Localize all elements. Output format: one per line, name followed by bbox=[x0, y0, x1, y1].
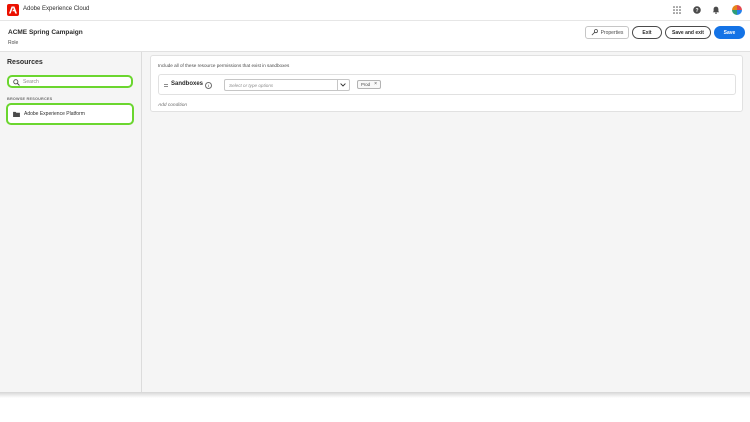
svg-text:?: ? bbox=[695, 8, 698, 14]
notifications-bell-icon[interactable] bbox=[711, 5, 721, 15]
sandbox-select-input[interactable] bbox=[229, 82, 334, 89]
properties-icon bbox=[591, 29, 598, 36]
info-icon[interactable]: i bbox=[205, 82, 212, 89]
save-and-exit-button[interactable]: Save and exit bbox=[665, 26, 711, 39]
search-input[interactable] bbox=[23, 78, 123, 86]
app-window: Adobe Experience Cloud ? ACME Spring Cam… bbox=[0, 0, 750, 396]
global-topbar: Adobe Experience Cloud ? bbox=[0, 0, 750, 21]
page-subtitle: Role bbox=[8, 40, 19, 46]
apps-grid-icon[interactable] bbox=[672, 5, 682, 15]
page-header: ACME Spring Campaign Role Properties Exi… bbox=[0, 21, 750, 52]
save-button[interactable]: Save bbox=[714, 26, 745, 39]
properties-button[interactable]: Properties bbox=[585, 26, 629, 39]
app-name[interactable]: Adobe Experience Cloud bbox=[23, 6, 89, 12]
page-title: ACME Spring Campaign bbox=[8, 29, 83, 36]
drag-handle-icon[interactable] bbox=[164, 84, 168, 87]
tag-label: Prod bbox=[361, 82, 371, 87]
browse-resources-heading: BROWSE RESOURCES bbox=[7, 97, 53, 101]
sidebar-item-adobe-experience-platform[interactable]: Adobe Experience Platform bbox=[6, 103, 134, 125]
help-icon[interactable]: ? bbox=[692, 5, 702, 15]
sidebar-item-label: Adobe Experience Platform bbox=[24, 111, 85, 117]
properties-label: Properties bbox=[600, 29, 624, 36]
condition-label: Sandboxes bbox=[171, 81, 204, 87]
adobe-logo-icon[interactable] bbox=[7, 4, 19, 16]
tag-remove-icon[interactable]: × bbox=[374, 82, 377, 87]
select-divider bbox=[337, 80, 338, 90]
sidebar-title: Resources bbox=[7, 59, 43, 66]
search-field[interactable] bbox=[7, 75, 133, 88]
sandbox-tag: Prod × bbox=[357, 80, 381, 89]
exit-button[interactable]: Exit bbox=[632, 26, 662, 39]
sandbox-combobox[interactable] bbox=[224, 79, 350, 91]
window-bottom-edge bbox=[0, 392, 750, 398]
add-condition-link[interactable]: Add condition bbox=[158, 103, 187, 108]
resources-sidebar: Resources BROWSE RESOURCES Adobe Experie… bbox=[0, 52, 142, 396]
user-avatar[interactable] bbox=[732, 5, 742, 15]
folder-icon bbox=[13, 111, 20, 117]
condition-row: Sandboxes i Prod × bbox=[158, 74, 736, 95]
chevron-down-icon[interactable] bbox=[340, 83, 346, 87]
search-icon bbox=[13, 79, 20, 86]
permissions-card: Include all of these resource permission… bbox=[150, 55, 743, 112]
permissions-description: Include all of these resource permission… bbox=[158, 63, 290, 68]
